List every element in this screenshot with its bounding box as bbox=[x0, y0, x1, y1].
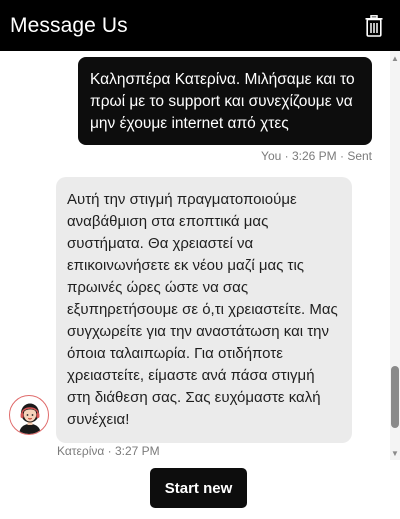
delete-conversation-button[interactable] bbox=[360, 12, 388, 40]
scrollbar-thumb[interactable] bbox=[391, 366, 399, 428]
agent-avatar bbox=[9, 395, 49, 435]
agent-message-bubble: Αυτή την στιγμή πραγματοποιούμε αναβάθμι… bbox=[56, 177, 352, 443]
scroll-up-arrow-icon[interactable]: ▲ bbox=[390, 53, 400, 63]
agent-message-meta: Κατερίνα · 3:27 PM bbox=[57, 444, 160, 458]
agent-avatar-icon bbox=[19, 403, 41, 434]
user-message-meta: You · 3:26 PM · Sent bbox=[261, 149, 372, 163]
chat-header: Message Us bbox=[0, 0, 400, 51]
chat-title: Message Us bbox=[10, 13, 128, 37]
message-scrollbar[interactable]: ▲ ▼ bbox=[390, 51, 400, 460]
message-list[interactable]: Καλησπέρα Κατερίνα. Μιλήσαμε και το πρωί… bbox=[0, 51, 390, 460]
user-message-bubble: Καλησπέρα Κατερίνα. Μιλήσαμε και το πρωί… bbox=[78, 57, 372, 145]
trash-icon bbox=[365, 14, 383, 37]
chat-widget: Message Us Καλησπέρα Κατερίνα. Μιλήσαμε … bbox=[0, 0, 400, 519]
start-new-button[interactable]: Start new bbox=[150, 468, 247, 508]
scroll-down-arrow-icon[interactable]: ▼ bbox=[390, 448, 400, 458]
